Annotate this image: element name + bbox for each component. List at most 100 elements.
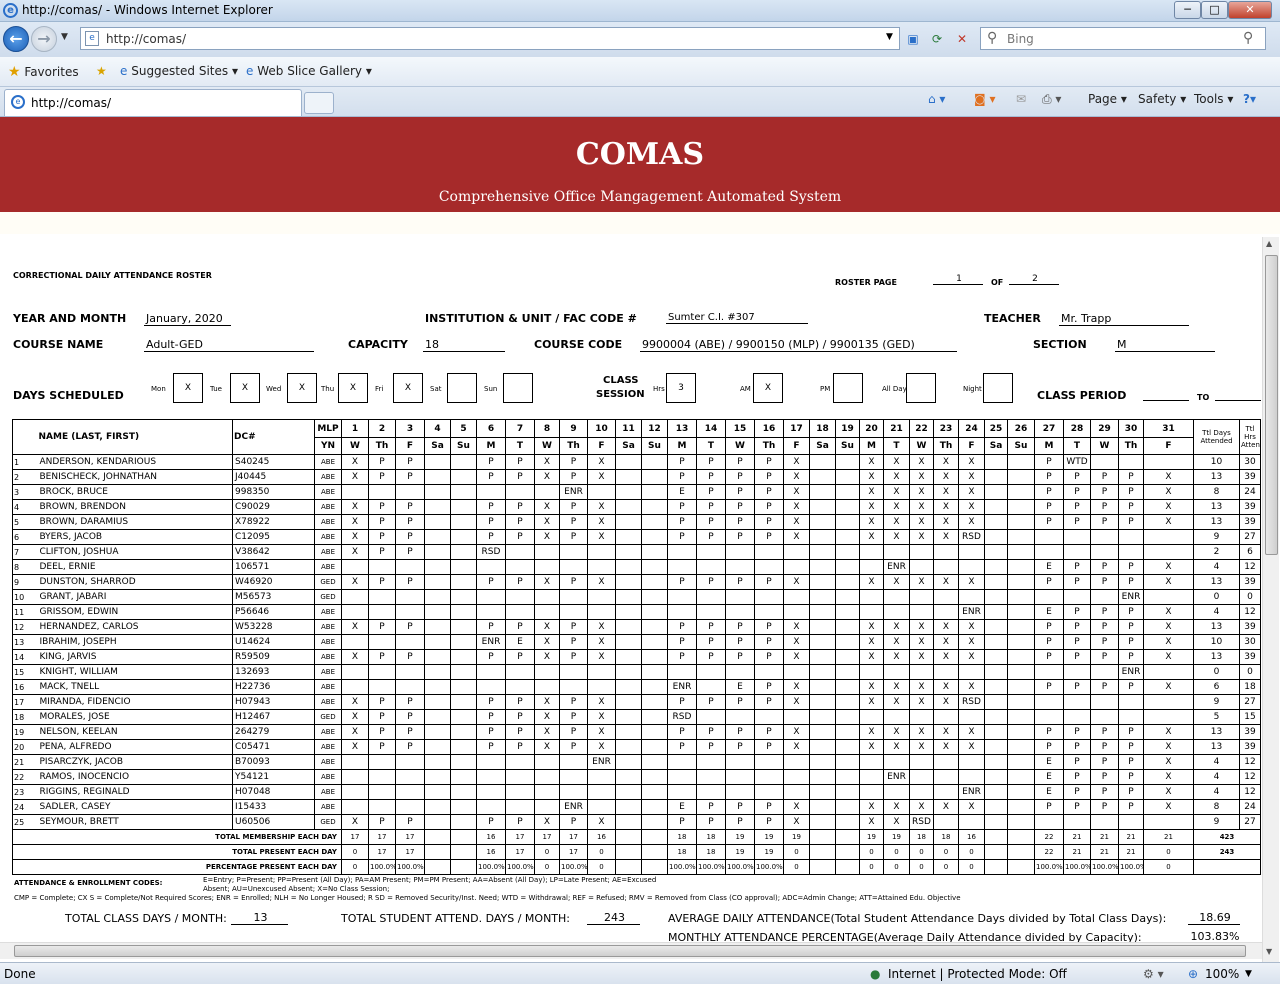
tab-comas[interactable]: e http://comas/	[4, 89, 302, 116]
attendance-cell: X	[783, 619, 810, 635]
total-days-cell: 13	[1193, 649, 1240, 665]
table-row[interactable]: 7 CLIFTON, JOSHUA V38642 ABE X P P RSD 2 6	[12, 544, 1261, 560]
address-field[interactable]: e http://comas/ ▼	[80, 27, 900, 50]
attendance-cell	[395, 784, 425, 800]
attendance-cell	[450, 754, 477, 770]
attendance-cell	[835, 574, 860, 590]
tools-menu[interactable]: Tools ▾	[1194, 92, 1233, 106]
table-row[interactable]: 13 IBRAHIM, JOSEPH U14624 ABE ENR E X P X P P P P X X X…	[12, 634, 1261, 650]
back-button[interactable]: ←	[3, 26, 29, 52]
table-row[interactable]: 3 BROCK, BRUCE 998350 ABE ENR E P P P X X X X X X P P P P X…	[12, 484, 1261, 500]
table-row[interactable]: 21 PISARCZYK, JACOB B70093 ABE ENR E P P P X 4 12	[12, 754, 1261, 770]
table-row[interactable]: 5 BROWN, DARAMIUS X78922 ABE X P P P P X P X P P P P X X X…	[12, 514, 1261, 530]
search-field[interactable]: ⚲ Bing ⚲	[980, 27, 1266, 50]
compatibility-view-icon[interactable]: ▣	[902, 28, 924, 50]
security-zone[interactable]: Internet | Protected Mode: Off	[888, 967, 1067, 981]
zoom-level[interactable]: 100%	[1205, 967, 1239, 981]
horizontal-scrollbar[interactable]	[0, 942, 1262, 959]
minimize-button[interactable]: ─	[1174, 1, 1201, 19]
weekday-header: Sa	[984, 437, 1008, 455]
attendance-cell	[534, 769, 560, 785]
attendance-cell	[424, 679, 451, 695]
close-button[interactable]: ✕	[1228, 1, 1272, 19]
day-header-11: 11	[615, 419, 642, 438]
scroll-up-icon[interactable]: ▲	[1266, 239, 1272, 248]
add-favorite-icon[interactable]: ★	[96, 64, 107, 78]
present-cell: 19	[754, 844, 784, 860]
attendance-cell	[783, 589, 810, 605]
attendance-cell: X	[909, 514, 934, 530]
program-type: ABE	[314, 649, 342, 665]
page-menu[interactable]: Page ▾	[1088, 92, 1127, 106]
total-hours-cell: 39	[1239, 649, 1261, 665]
attendance-cell: X	[1143, 679, 1194, 695]
zoom-dropdown-icon[interactable]: ▼	[1245, 969, 1252, 979]
attendance-cell: X	[933, 634, 959, 650]
help-icon[interactable]: ?▾	[1243, 92, 1256, 106]
print-icon[interactable]: ⎙ ▾	[1042, 92, 1061, 107]
table-row[interactable]: 2 BENISCHECK, JOHNATHAN J40445 ABE X P P P P X P X P…	[12, 469, 1261, 485]
table-row[interactable]: 4 BROWN, BRENDON C90029 ABE X P P P P X P X P P P P X X X X…	[12, 499, 1261, 515]
table-row[interactable]: 19 NELSON, KEELAN 264279 ABE X P P P P X P X P P P P X X X…	[12, 724, 1261, 740]
table-row[interactable]: 16 MACK, TNELL H22736 ABE ENR E P X X X X X X P P P P X 6 1…	[12, 679, 1261, 695]
table-row[interactable]: 15 KNIGHT, WILLIAM 132693 ABE ENR 0 0	[12, 664, 1261, 680]
refresh-icon[interactable]: ⟳	[926, 28, 948, 50]
vertical-scrollbar[interactable]: ▲ ▼	[1262, 237, 1279, 962]
mail-icon[interactable]: ✉	[1016, 92, 1026, 106]
new-tab-button[interactable]	[304, 92, 334, 114]
horizontal-scroll-thumb[interactable]	[14, 945, 1246, 957]
attendance-cell	[450, 769, 477, 785]
table-row[interactable]: 18 MORALES, JOSE H12467 GED X P P P P X P X RSD 5 15	[12, 709, 1261, 725]
attendance-cell	[615, 769, 642, 785]
favorites-button[interactable]: ★ Favorites	[8, 64, 79, 80]
student-dc-number: W46920	[232, 574, 315, 590]
search-input[interactable]: Bing	[1007, 32, 1034, 46]
attendance-cell	[505, 604, 535, 620]
day-header-14: 14	[696, 419, 726, 438]
history-dropdown-icon[interactable]: ▼	[61, 32, 68, 42]
forward-button[interactable]: →	[31, 26, 57, 52]
attendance-cell	[883, 664, 910, 680]
table-row[interactable]: 9 DUNSTON, SHARROD W46920 GED X P P P P X P X P P P P X X…	[12, 574, 1261, 590]
table-row[interactable]: 17 MIRANDA, FIDENCIO H07943 ABE X P P P P X P X P P P P…	[12, 694, 1261, 710]
attendance-cell	[424, 664, 451, 680]
day-header-3: 3	[395, 419, 425, 438]
table-row[interactable]: 20 PENA, ALFREDO C05471 ABE X P P P P X P X P P P P X X X X…	[12, 739, 1261, 755]
table-row[interactable]: 1 ANDERSON, KENDARIOUS S40245 ABE X P P P P X P X P P…	[12, 454, 1261, 470]
attendance-cell: P	[1090, 499, 1119, 515]
search-icon[interactable]: ⚲	[1243, 30, 1253, 46]
total-days-cell: 9	[1193, 529, 1240, 545]
safety-menu[interactable]: Safety ▾	[1138, 92, 1186, 106]
attendance-cell	[933, 769, 959, 785]
table-row[interactable]: 11 GRISSOM, EDWIN P56646 ABE ENR E P P P X 4 12	[12, 604, 1261, 620]
attendance-cell	[1034, 694, 1064, 710]
table-row[interactable]: 23 RIGGINS, REGINALD H07048 ABE ENR E P P P X 4 12	[12, 784, 1261, 800]
web-slice-gallery-link[interactable]: e Web Slice Gallery ▾	[246, 64, 372, 78]
scroll-down-icon[interactable]: ▼	[1266, 947, 1272, 956]
table-row[interactable]: 12 HERNANDEZ, CARLOS W53228 ABE X P P P P X P X P P P P…	[12, 619, 1261, 635]
vertical-scroll-thumb[interactable]	[1265, 255, 1278, 555]
attendance-cell: X	[587, 649, 616, 665]
attendance-cell: X	[883, 799, 910, 815]
pct-total-row: PERCENTAGE PRESENT EACH DAY 0 100.0% 100.0%…	[12, 859, 1261, 875]
home-icon[interactable]: ⌂ ▾	[928, 92, 945, 106]
maximize-button[interactable]: □	[1201, 1, 1228, 19]
table-row[interactable]: 6 BYERS, JACOB C12095 ABE X P P P P X P X P P P P X X X X X R…	[12, 529, 1261, 545]
feeds-icon[interactable]: ◙ ▾	[974, 92, 995, 106]
table-row[interactable]: 14 KING, JARVIS R59509 ABE X P P P P X P X P P P P X X X X X…	[12, 649, 1261, 665]
suggested-sites-link[interactable]: e Suggested Sites ▾	[120, 64, 238, 78]
attendance-cell: P	[1090, 484, 1119, 500]
protected-mode-icon[interactable]: ⚙ ▾	[1143, 967, 1164, 981]
attendance-cell: X	[933, 799, 959, 815]
table-row[interactable]: 24 SADLER, CASEY I15433 ABE ENR E P P P X X X X X X P P P…	[12, 799, 1261, 815]
table-row[interactable]: 10 GRANT, JABARI M56573 GED ENR 0 0	[12, 589, 1261, 605]
stop-icon[interactable]: ✕	[951, 28, 973, 50]
address-dropdown-icon[interactable]: ▼	[886, 32, 893, 42]
table-row[interactable]: 8 DEEL, ERNIE 106571 ABE ENR E P P P X 4 12	[12, 559, 1261, 575]
table-row[interactable]: 22 RAMOS, INOCENCIO Y54121 ABE ENR E P P P X 4 12	[12, 769, 1261, 785]
attendance-cell	[1118, 814, 1144, 830]
weekday-header: Th	[933, 437, 959, 455]
address-input[interactable]: http://comas/	[106, 32, 186, 46]
attendance-cell: P	[1118, 799, 1144, 815]
table-row[interactable]: 25 SEYMOUR, BRETT U60506 GED X P P P P X P X P P P P X X X…	[12, 814, 1261, 830]
